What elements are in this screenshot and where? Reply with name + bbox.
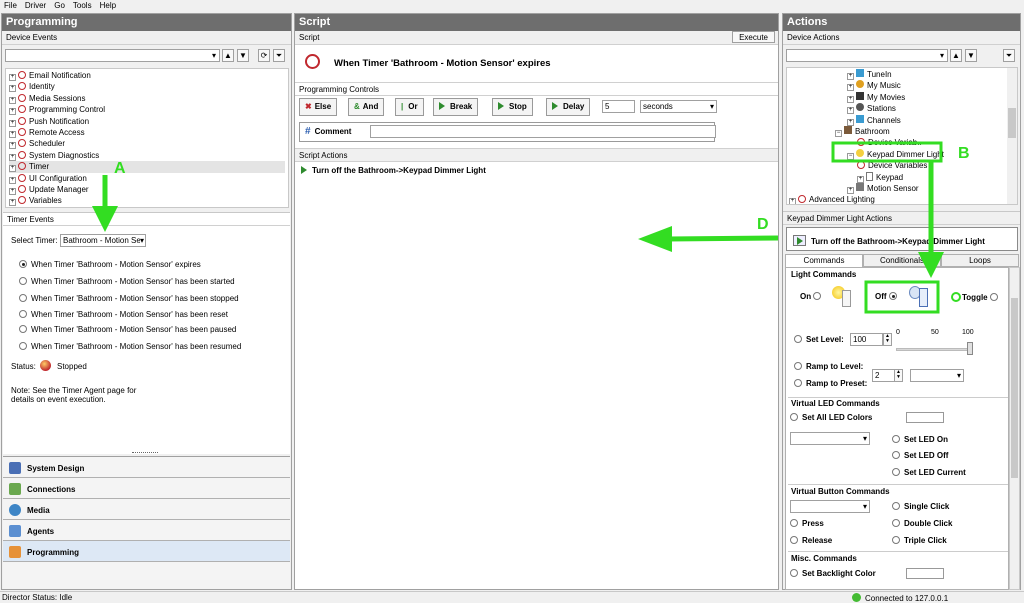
- annotation-label-a: A: [114, 160, 126, 177]
- connected-indicator: Connected to 127.0.0.1: [852, 593, 948, 603]
- connected-text: Connected to 127.0.0.1: [865, 594, 949, 603]
- highlight-off: [864, 280, 940, 314]
- connected-icon: [852, 593, 861, 602]
- arrow-a: [92, 175, 118, 232]
- status-bar: Director Status: Idle Connected to 127.0…: [0, 591, 1024, 603]
- annotation-label-d: D: [757, 216, 769, 233]
- highlight-b: [831, 141, 944, 278]
- director-status: Director Status: Idle: [2, 593, 73, 602]
- annotation-layer: [92, 141, 944, 314]
- annotation-label-b: B: [958, 145, 970, 162]
